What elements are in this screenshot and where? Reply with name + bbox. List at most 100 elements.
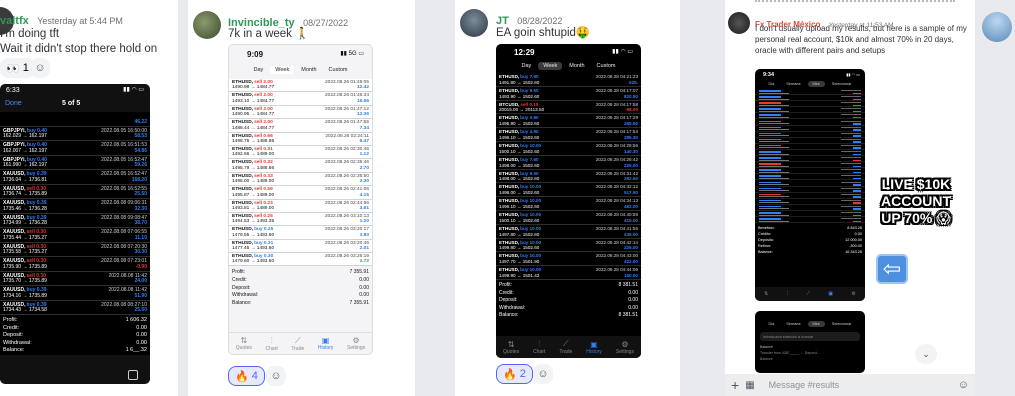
trade-row[interactable] bbox=[755, 101, 865, 108]
quotes-icon[interactable]: ⇅ bbox=[764, 291, 768, 297]
trade-row[interactable] bbox=[755, 205, 865, 211]
trade-row[interactable] bbox=[755, 181, 865, 187]
add-attachment-button[interactable]: + bbox=[731, 377, 739, 393]
trade-row[interactable] bbox=[755, 217, 865, 224]
tab-semana[interactable]: Semana bbox=[781, 81, 805, 87]
scroll-down-button[interactable]: ⌄ bbox=[915, 344, 937, 364]
trade-row[interactable]: ETHUSD,sell 2.00 2022.08.26 01:47:12 1490.… bbox=[229, 105, 372, 120]
avatar[interactable] bbox=[193, 11, 221, 39]
tab-mes[interactable]: Mes bbox=[807, 321, 825, 327]
tab-week[interactable]: Week bbox=[538, 62, 563, 70]
symbol-search-input[interactable]: Introduzca símbolo a buscar bbox=[760, 332, 860, 341]
trade-row[interactable]: ETHUSD,buy 7.60 2022.08.28 04:26:42 1498.0… bbox=[496, 155, 641, 170]
trade-row[interactable]: ETHUSD,buy 9.50 2022.08.28 04:17:07 1493.9… bbox=[496, 86, 641, 101]
trade-row[interactable]: ETHUSD,buy 3.90 2022.08.28 04:17:29 1495.9… bbox=[496, 114, 641, 129]
screenshot-attachment[interactable]: 9:34 ▮▮ ◠ ▭ Día Semana Mes Seleccionar Bene… bbox=[755, 69, 865, 301]
trade-row[interactable]: ETHUSD,sell 0.32 2022.08.26 02:35:46 1495.… bbox=[229, 159, 372, 173]
trade-row[interactable]: ETHUSD,buy 10.00 2022.08.28 04:44:06 1499.… bbox=[496, 266, 641, 280]
add-reaction-button[interactable]: ☺ bbox=[30, 58, 50, 78]
trade-row[interactable]: XAUUSD,sell 0.30 2022.08.05 16:52:55 1736.… bbox=[0, 184, 150, 199]
tab-day[interactable]: Day bbox=[517, 62, 537, 70]
trade-row[interactable]: ETHUSD,sell 0.25 2022.08.26 03:10:13 1494.… bbox=[229, 212, 372, 227]
trade-row[interactable] bbox=[755, 107, 865, 114]
trade-row[interactable] bbox=[755, 89, 865, 95]
nav-chart[interactable]: ⫶ Chart bbox=[266, 336, 278, 352]
trade-row[interactable]: ETHUSD,buy 10.00 2022.08.28 04:42:14 1499.… bbox=[496, 238, 641, 253]
reaction-fire[interactable]: 🔥 4 bbox=[228, 366, 265, 386]
avatar[interactable] bbox=[982, 12, 1012, 42]
add-reaction-button[interactable]: ☺ bbox=[533, 364, 553, 384]
tab-mes[interactable]: Mes bbox=[807, 81, 825, 87]
trade-row[interactable]: ETHUSD,buy 10.00 2022.08.28 04:41:55 1497.… bbox=[496, 224, 641, 239]
trade-row[interactable]: ETHUSD,sell 0.59 2022.08.26 02:41:06 1495.… bbox=[229, 186, 372, 200]
trade-row[interactable]: GBPJPYi,buy 0.40 2022.08.05 16:52:47 161.9… bbox=[0, 155, 150, 170]
tab-month[interactable]: Month bbox=[296, 66, 321, 74]
trade-row[interactable] bbox=[755, 95, 865, 102]
reaction-fire[interactable]: 🔥 2 bbox=[496, 364, 533, 384]
trade-row[interactable] bbox=[755, 174, 865, 181]
trade-row[interactable]: ETHUSD,buy 10.00 2022.08.28 04:40:59 1500.… bbox=[496, 210, 641, 225]
nav-settings[interactable]: ⚙ Settings bbox=[347, 336, 365, 351]
nav-quotes[interactable]: ⇅ Quotes bbox=[236, 336, 252, 351]
trade-row[interactable] bbox=[755, 120, 865, 126]
nav-history[interactable]: ▣ History bbox=[586, 340, 602, 355]
trade-row[interactable]: XAUUSD,buy 0.39 2022.08.05 16:52:47 1736.0… bbox=[0, 170, 150, 185]
trade-row[interactable]: ETHUSD,buy 10.00 2022.08.28 04:29:56 1500.… bbox=[496, 141, 641, 156]
trade-row[interactable]: ETHUSD,buy 7.60 2022.08.28 04:21:23 1491.8… bbox=[496, 73, 641, 87]
trade-row[interactable] bbox=[755, 162, 865, 169]
trade-row[interactable]: ETHUSD,sell 2.00 2022.08.26 01:45:05 1490.… bbox=[229, 79, 372, 93]
trade-row[interactable] bbox=[755, 187, 865, 193]
screenshot-attachment[interactable]: 6:33 ▮▮ ◠ ▭ Done 5 of 5 46.22 GBPJPYi,buy… bbox=[0, 84, 150, 384]
tab-seleccionar[interactable]: Seleccionar bbox=[827, 81, 857, 87]
trade-row[interactable] bbox=[755, 211, 865, 217]
screenshot-attachment[interactable]: 9:09 ▮▮ 5G ▭ Day Week Month Custom ETHUSD,s… bbox=[228, 44, 373, 355]
trade-row[interactable] bbox=[755, 113, 865, 120]
trade-row[interactable]: ETHUSD,sell 0.31 2022.08.26 02:30:46 1492.… bbox=[229, 145, 372, 160]
trade-row[interactable]: XAUUSD,sell 0.30 2022.08.08 07:06:55 1735.… bbox=[0, 228, 150, 243]
tab-custom[interactable]: Custom bbox=[324, 66, 353, 74]
trade-row[interactable]: XAUUSD,buy 0.39 2022.08.08 11:42 1734.16 →… bbox=[0, 286, 150, 301]
trade-row[interactable] bbox=[755, 144, 865, 150]
trade-row[interactable]: XAUUSD,sell 0.30 2022.08.08 11:42 1735.70 … bbox=[0, 271, 150, 286]
trade-row[interactable]: XAUUSD,sell 0.30 2022.08.08 07:23:01 1735.… bbox=[0, 257, 150, 272]
tab-custom[interactable]: Custom bbox=[592, 62, 621, 70]
nav-quotes[interactable]: ⇅ Quotes bbox=[503, 340, 519, 355]
settings-icon[interactable]: ⚙ bbox=[851, 291, 855, 297]
trade-row[interactable]: ETHUSD,buy 0.25 2022.08.26 03:20:17 1479.5… bbox=[229, 226, 372, 240]
trade-row[interactable]: ETHUSD,buy 4.90 2022.08.28 04:17:54 1496.1… bbox=[496, 128, 641, 142]
trade-row[interactable]: ETHUSD,sell 2.00 2022.08.26 01:47:55 1488.… bbox=[229, 119, 372, 133]
trade-row[interactable]: ETHUSD,sell 2.00 2022.08.26 01:46:34 1493.… bbox=[229, 92, 372, 106]
trade-row[interactable]: ETHUSD,buy 9.00 2022.08.28 04:31:42 1498.0… bbox=[496, 169, 641, 184]
nav-trade[interactable]: ⟋ Trade bbox=[291, 336, 304, 352]
trade-row[interactable]: ETHUSD,buy 10.00 2022.08.28 04:34:13 1496.… bbox=[496, 197, 641, 211]
trade-row[interactable]: ETHUSD,sell 0.66 2022.08.26 02:24:11 1498.… bbox=[229, 132, 372, 146]
trade-row[interactable]: 46.22 bbox=[0, 112, 150, 127]
trade-row[interactable] bbox=[755, 193, 865, 199]
tab-día[interactable]: Día bbox=[763, 81, 779, 87]
avatar[interactable] bbox=[460, 9, 488, 37]
tab-day[interactable]: Day bbox=[249, 66, 269, 74]
trade-row[interactable]: GBPJPYi,buy 0.40 2022.08.05 16:51:53 162.0… bbox=[0, 141, 150, 156]
trade-row[interactable] bbox=[755, 156, 865, 163]
nav-trade[interactable]: ⟋ Trade bbox=[559, 339, 572, 355]
chart-icon[interactable]: ⫶ bbox=[787, 291, 788, 297]
trade-row[interactable]: GBPJPYi,buy 0.40 2022.08.05 16:50:00 162.0… bbox=[0, 126, 150, 141]
trade-row[interactable]: XAUUSD,buy 0.39 2022.08.08 09:08:47 1734.9… bbox=[0, 213, 150, 228]
nav-history[interactable]: ▣ History bbox=[318, 336, 334, 351]
trade-row[interactable]: ETHUSD,buy 10.00 2022.08.28 04:43:00 1497.… bbox=[496, 252, 641, 267]
nav-chart[interactable]: ⫶ Chart bbox=[533, 339, 545, 355]
trade-row[interactable]: BTCUSD,sell 0.10 2022.08.28 04:17:58 20015… bbox=[496, 100, 641, 115]
screenshot-attachment[interactable]: Día Semana Mes Seleccionar Introduzca símbo… bbox=[755, 311, 865, 373]
trade-row[interactable]: XAUUSD,buy 0.39 2022.08.08 09:06:31 1735.4… bbox=[0, 199, 150, 214]
trade-row[interactable] bbox=[755, 199, 865, 205]
trade-row[interactable] bbox=[755, 168, 865, 175]
trade-row[interactable] bbox=[755, 150, 865, 156]
author-name[interactable]: valtfx bbox=[0, 15, 29, 27]
trade-row[interactable] bbox=[755, 138, 865, 144]
message-input[interactable]: Message #results bbox=[761, 380, 952, 390]
trade-row[interactable]: ETHUSD,buy 0.30 2022.08.26 03:26:19 1479.6… bbox=[229, 253, 372, 267]
tab-week[interactable]: Week bbox=[270, 66, 295, 74]
trade-row[interactable]: ETHUSD,sell 0.33 2022.08.26 02:35:50 1496.… bbox=[229, 172, 372, 187]
screenshot-attachment[interactable]: 12:29 ▮▮ ◠ ▭ Day Week Month Custom ETHUSD,b… bbox=[496, 44, 641, 358]
trade-row[interactable]: ETHUSD,buy 10.00 2022.08.28 04:32:12 1498.… bbox=[496, 183, 641, 198]
